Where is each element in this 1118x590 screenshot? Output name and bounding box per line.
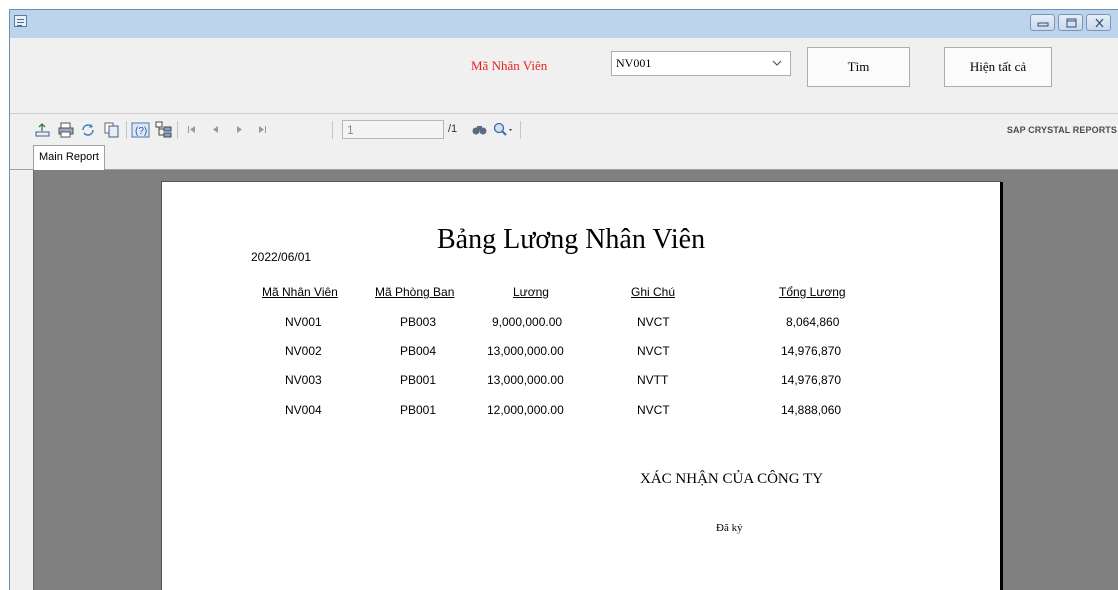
copy-icon[interactable] bbox=[103, 121, 121, 139]
refresh-icon[interactable] bbox=[79, 121, 97, 139]
page-total-label: /1 bbox=[448, 123, 458, 135]
group-tree-icon[interactable] bbox=[155, 121, 173, 139]
table-cell: 12,000,000.00 bbox=[487, 403, 564, 417]
employee-id-value: NV001 bbox=[616, 56, 652, 70]
app-icon[interactable] bbox=[14, 15, 27, 27]
table-cell: PB001 bbox=[400, 373, 437, 387]
report-title: Bảng Lương Nhân Viên bbox=[437, 224, 706, 255]
table-cell: NVCT bbox=[637, 315, 670, 329]
minimize-icon[interactable] bbox=[1030, 14, 1055, 31]
report-tab-strip: Main Report bbox=[10, 144, 1118, 170]
table-cell: 13,000,000.00 bbox=[487, 344, 564, 358]
table-cell: PB003 bbox=[400, 315, 437, 329]
help-icon[interactable]: (?) bbox=[131, 121, 150, 139]
table-cell: 14,976,870 bbox=[781, 344, 842, 358]
table-cell: NVTT bbox=[637, 373, 669, 387]
tab-main-report[interactable]: Main Report bbox=[33, 145, 105, 170]
table-cell: NV002 bbox=[285, 344, 322, 358]
column-header-total-salary: Tổng Lương bbox=[779, 285, 846, 299]
table-cell: NVCT bbox=[637, 403, 670, 417]
signed-label: Đã ký bbox=[716, 522, 743, 534]
table-cell: 13,000,000.00 bbox=[487, 373, 564, 387]
table-cell: PB004 bbox=[400, 344, 437, 358]
table-cell: NV001 bbox=[285, 315, 322, 329]
table-cell: 9,000,000.00 bbox=[492, 315, 563, 329]
find-button[interactable]: Tìm bbox=[807, 47, 910, 87]
crystal-report-viewer: (?) 1 /1 SAP CRYSTAL REPORTS Main Report… bbox=[10, 113, 1118, 590]
table-cell: 14,976,870 bbox=[781, 373, 842, 387]
title-bar bbox=[10, 10, 1118, 38]
prev-page-icon[interactable] bbox=[210, 121, 228, 139]
zoom-icon[interactable] bbox=[492, 121, 516, 139]
column-header-employee-id: Mã Nhân Viên bbox=[262, 285, 338, 299]
next-page-icon[interactable] bbox=[234, 121, 252, 139]
first-page-icon[interactable] bbox=[186, 121, 204, 139]
show-all-button[interactable]: Hiện tất cả bbox=[944, 47, 1052, 87]
search-panel: Mã Nhân Viên NV001 Tìm Hiện tất cả bbox=[10, 38, 1118, 113]
company-confirmation: XÁC NHẬN CỦA CÔNG TY bbox=[640, 471, 824, 487]
table-cell: 14,888,060 bbox=[781, 403, 842, 417]
table-cell: NV004 bbox=[285, 403, 322, 417]
column-header-note: Ghi Chú bbox=[631, 285, 676, 299]
export-icon[interactable] bbox=[34, 121, 52, 139]
print-icon[interactable] bbox=[57, 121, 75, 139]
chevron-down-icon bbox=[772, 60, 782, 66]
table-cell: NV003 bbox=[285, 373, 322, 387]
sap-crystal-reports-brand: SAP CRYSTAL REPORTS bbox=[1006, 125, 1117, 135]
column-header-salary: Lương bbox=[513, 285, 549, 299]
table-cell: NVCT bbox=[637, 344, 670, 358]
viewer-toolbar: (?) 1 /1 SAP CRYSTAL REPORTS bbox=[10, 114, 1118, 144]
column-header-department-id: Mã Phòng Ban bbox=[375, 285, 455, 299]
app-window: Mã Nhân Viên NV001 Tìm Hiện tất cả (?) 1… bbox=[9, 9, 1118, 590]
page-number-input[interactable]: 1 bbox=[342, 120, 444, 139]
table-cell: 8,064,860 bbox=[786, 315, 840, 329]
employee-id-combobox[interactable]: NV001 bbox=[611, 51, 791, 76]
maximize-icon[interactable] bbox=[1058, 14, 1083, 31]
table-cell: PB001 bbox=[400, 403, 437, 417]
last-page-icon[interactable] bbox=[257, 121, 275, 139]
svg-text:(?): (?) bbox=[135, 126, 147, 137]
report-date: 2022/06/01 bbox=[251, 250, 312, 264]
find-icon[interactable] bbox=[471, 121, 489, 139]
report-canvas[interactable]: 2022/06/01 Bảng Lương Nhân Viên Mã Nhân … bbox=[33, 170, 1118, 590]
report-page: 2022/06/01 Bảng Lương Nhân Viên Mã Nhân … bbox=[162, 182, 1000, 590]
close-icon[interactable] bbox=[1086, 14, 1111, 31]
employee-id-label: Mã Nhân Viên bbox=[471, 58, 548, 73]
